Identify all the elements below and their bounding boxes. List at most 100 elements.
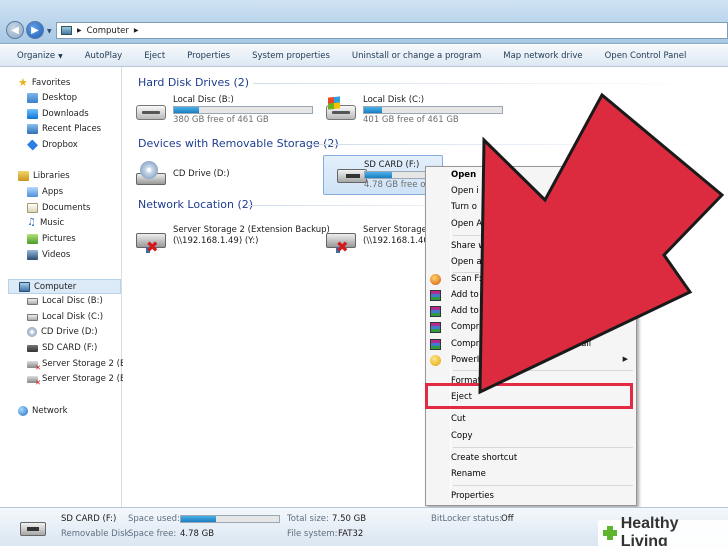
recent-pages-dropdown-icon[interactable]: ▼	[47, 28, 52, 35]
details-space-free-label: Space free:	[128, 529, 177, 539]
menu-item-scan[interactable]: Scan F:	[451, 272, 481, 286]
menu-item-compress-to-rar-and-email[interactable]: Compre " and email	[451, 337, 591, 351]
sd-card-icon	[20, 522, 46, 536]
menu-item-share-with[interactable]: Share w	[451, 239, 485, 253]
system-disk-icon	[324, 96, 358, 124]
section-removable-storage[interactable]: Devices with Removable Storage (2)	[138, 137, 339, 150]
antivirus-scan-icon	[430, 274, 441, 285]
menu-item-add-to-archive[interactable]: Add to	[451, 288, 479, 302]
computer-icon	[61, 26, 72, 35]
network-drive-y[interactable]: ✖ Server Storage 2 (Extension Backup) (\…	[123, 221, 330, 261]
sd-card-icon	[27, 344, 38, 352]
menu-item-open-as[interactable]: Open a	[451, 255, 482, 269]
drive-local-disc-b[interactable]: Local Disc (B:) 380 GB free of 461 GB	[123, 91, 313, 131]
navigation-pane: ★ Favorites Desktop Downloads Recent Plac…	[0, 67, 134, 507]
back-button[interactable]: ◀	[6, 21, 24, 39]
archive-icon	[430, 339, 441, 350]
nav-item-apps[interactable]: Apps	[27, 187, 63, 197]
nav-item-recent-places[interactable]: Recent Places	[27, 124, 101, 134]
section-divider	[253, 83, 713, 84]
nav-item-downloads[interactable]: Downloads	[27, 109, 89, 119]
section-hard-disk-drives[interactable]: Hard Disk Drives (2)	[138, 76, 249, 89]
computer-icon	[19, 281, 30, 292]
details-bitlocker-label: BitLocker status:	[431, 514, 503, 524]
disconnected-network-drive-icon	[27, 360, 41, 372]
map-network-drive-button[interactable]: Map network drive	[492, 51, 593, 61]
nav-item-desktop[interactable]: Desktop	[27, 93, 77, 103]
windows-logo-icon	[328, 96, 340, 110]
hard-disk-icon	[27, 313, 38, 321]
network-drive-2[interactable]: ✖ Server Storage 2 (\\192.168.1.40)	[313, 221, 435, 261]
arrow-right-icon: ▶	[31, 24, 39, 36]
menu-item-rename[interactable]: Rename	[451, 467, 486, 481]
nav-item-pictures[interactable]: Pictures	[27, 234, 76, 244]
disconnected-network-drive-icon	[27, 375, 41, 387]
properties-button[interactable]: Properties	[176, 51, 241, 61]
menu-item-add-to-rar[interactable]: Add to	[451, 304, 479, 318]
context-menu: Open Open i Turn o Open A Share w Open a…	[425, 166, 637, 506]
nav-libraries[interactable]: Libraries	[18, 171, 70, 181]
libraries-icon	[18, 171, 29, 181]
desktop-icon	[27, 93, 38, 103]
drive-local-disk-c[interactable]: Local Disk (C:) 401 GB free of 461 GB	[313, 91, 503, 131]
uninstall-program-button[interactable]: Uninstall or change a program	[341, 51, 492, 61]
forward-button[interactable]: ▶	[26, 21, 44, 39]
menu-item-compress-and-email[interactable]: Compre	[451, 320, 484, 334]
address-bar[interactable]: ▶ Computer ▶	[56, 22, 728, 39]
organize-button[interactable]: Organize ▼	[0, 51, 74, 61]
nav-item-local-disc-b[interactable]: Local Disc (B:)	[27, 296, 103, 306]
section-network-location[interactable]: Network Location (2)	[138, 198, 253, 211]
menu-item-turn-on[interactable]: Turn o	[451, 200, 477, 214]
menu-item-cut[interactable]: Cut	[451, 412, 466, 426]
breadcrumb-chevron-icon[interactable]: ▶	[134, 27, 139, 34]
downloads-icon	[27, 109, 38, 119]
documents-icon	[27, 203, 38, 213]
cd-drive-icon	[27, 327, 37, 337]
nav-item-server-storage-1[interactable]: Server Storage 2 (Ext	[27, 359, 134, 372]
details-total-size-label: Total size:	[287, 514, 329, 524]
command-bar: Organize ▼ AutoPlay Eject Properties Syst…	[0, 45, 728, 67]
breadcrumb-computer[interactable]: Computer	[87, 26, 129, 36]
nav-item-cd-drive[interactable]: CD Drive (D:)	[27, 327, 98, 337]
disconnected-network-drive-icon: ✖	[324, 227, 358, 255]
nav-item-sd-card[interactable]: SD CARD (F:)	[27, 343, 97, 353]
nav-item-server-storage-2[interactable]: Server Storage 2 (Ext	[27, 374, 134, 387]
breadcrumb-separator-icon[interactable]: ▶	[77, 27, 82, 34]
disconnected-network-drive-icon: ✖	[134, 227, 168, 255]
section-divider	[311, 144, 711, 145]
nav-network[interactable]: Network	[18, 406, 68, 416]
menu-separator	[453, 447, 633, 448]
menu-item-create-shortcut[interactable]: Create shortcut	[451, 451, 517, 465]
details-total-size: 7.50 GB	[332, 514, 367, 524]
open-control-panel-button[interactable]: Open Control Panel	[594, 51, 698, 61]
music-icon: ♫	[27, 217, 36, 228]
drive-cd-d[interactable]: CD Drive (D:)	[123, 155, 303, 195]
nav-computer[interactable]: Computer	[8, 279, 121, 294]
apps-icon	[27, 187, 38, 197]
details-usage-bar	[180, 515, 280, 523]
menu-item-open-autoplay[interactable]: Open A	[451, 217, 482, 231]
nav-item-local-disk-c[interactable]: Local Disk (C:)	[27, 312, 103, 322]
menu-item-open-in-new-window[interactable]: Open i	[451, 184, 479, 198]
title-bar: ◀ ▶ ▼ ▶ Computer ▶	[0, 0, 728, 44]
menu-item-poweriso[interactable]: PowerIS	[451, 353, 485, 367]
drive-usage-bar	[363, 106, 503, 114]
menu-item-copy[interactable]: Copy	[451, 429, 473, 443]
eject-button[interactable]: Eject	[133, 51, 176, 61]
system-properties-button[interactable]: System properties	[241, 51, 341, 61]
menu-item-open[interactable]: Open	[451, 168, 476, 182]
drive-usage-fill	[174, 107, 199, 113]
menu-separator	[453, 485, 633, 486]
details-drive-name: SD CARD (F:)	[61, 514, 117, 524]
nav-item-dropbox[interactable]: Dropbox	[26, 139, 78, 151]
nav-item-music[interactable]: ♫ Music	[27, 217, 64, 229]
nav-item-videos[interactable]: Videos	[27, 250, 70, 260]
submenu-arrow-icon: ▶	[622, 355, 628, 363]
menu-separator	[453, 370, 633, 371]
menu-separator	[453, 235, 633, 236]
menu-item-properties[interactable]: Properties	[451, 489, 494, 503]
nav-favorites[interactable]: ★ Favorites	[18, 77, 70, 88]
autoplay-button[interactable]: AutoPlay	[74, 51, 133, 61]
nav-item-documents[interactable]: Documents	[27, 203, 90, 213]
details-file-system: FAT32	[338, 529, 364, 539]
